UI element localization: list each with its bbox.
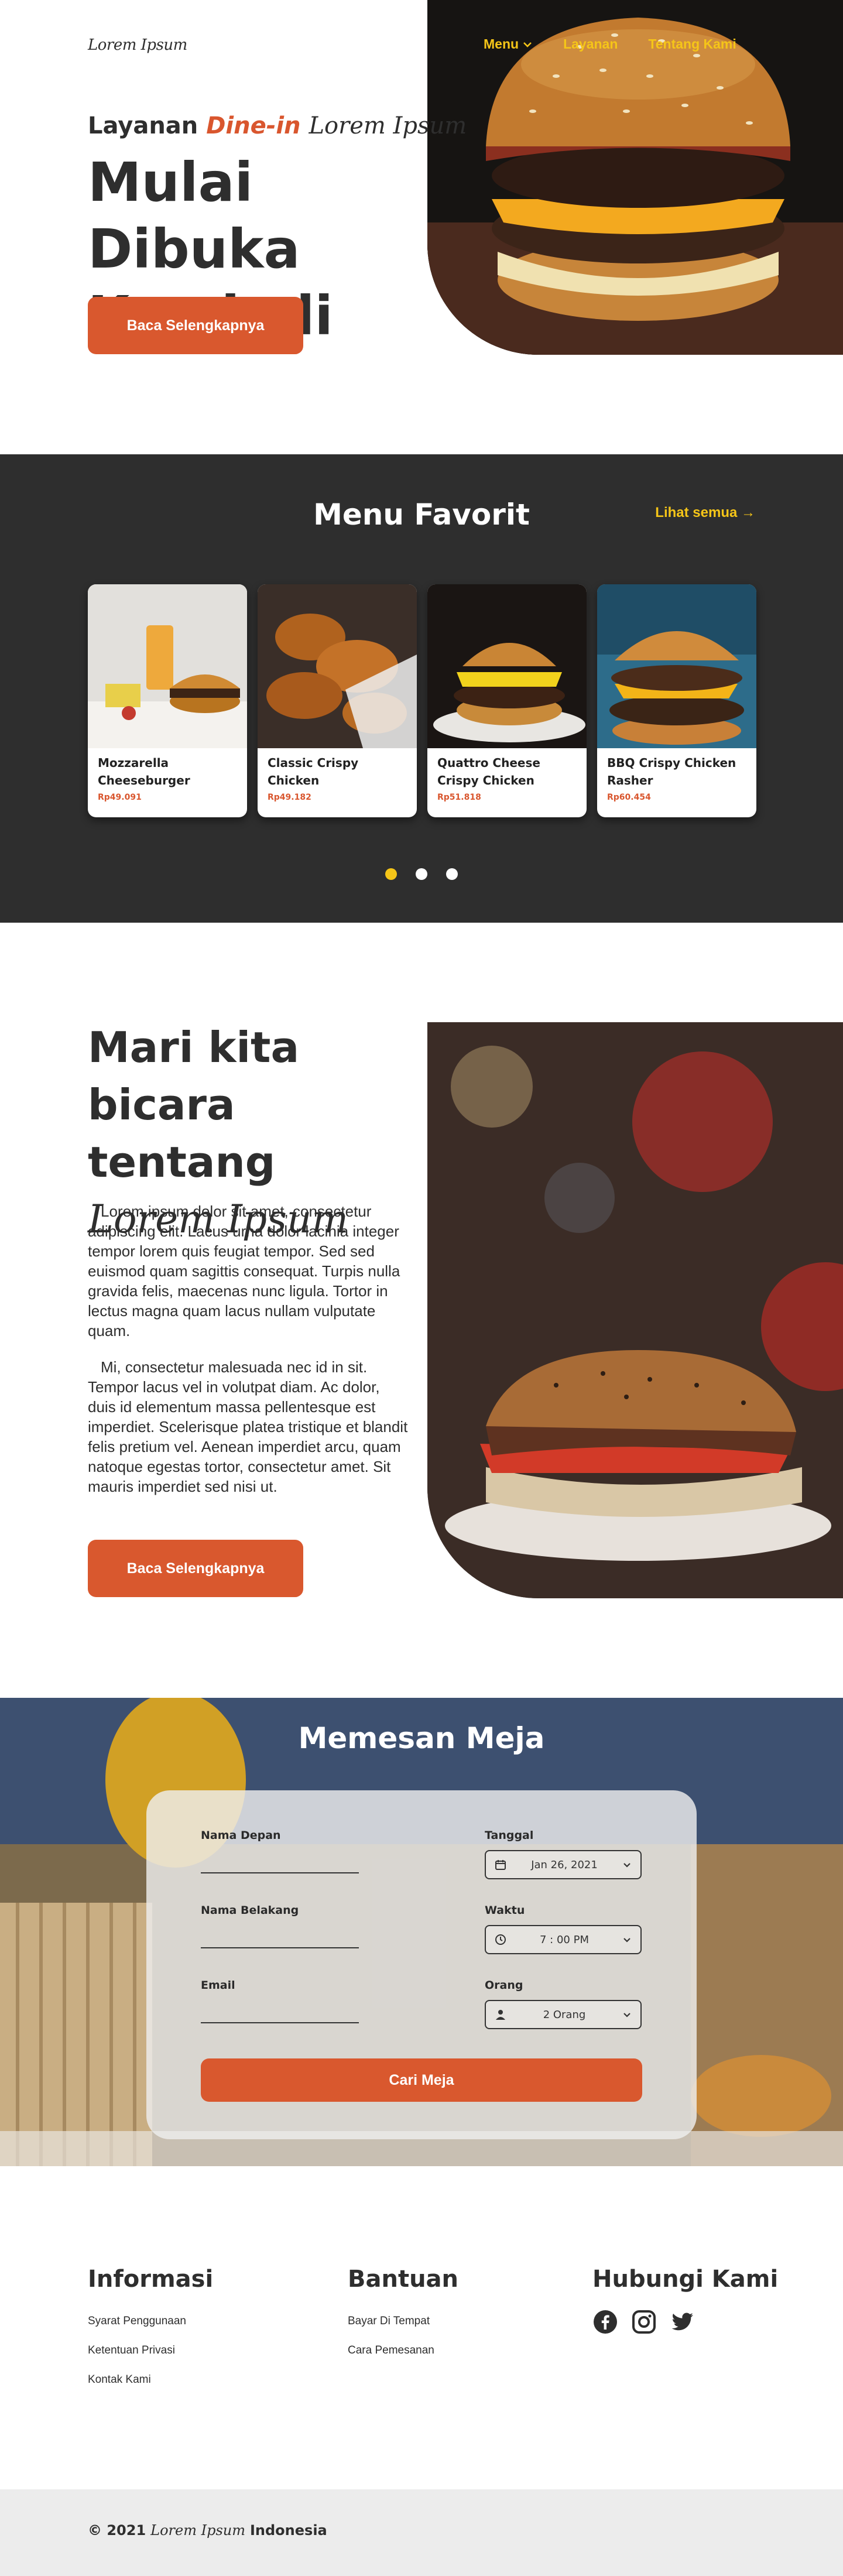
about-paragraph-1: Lorem ipsum dolor sit amet, consectetur … [88, 1203, 400, 1340]
nav-layanan[interactable]: Layanan [563, 36, 618, 52]
hero-subtitle-script: Lorem Ipsum [309, 112, 467, 139]
person-icon [496, 2010, 505, 2020]
nav-menu[interactable]: Menu [484, 36, 533, 52]
menu-card-price: Rp51.818 [437, 793, 481, 802]
social-links [592, 2309, 695, 2335]
email-label: Email [201, 1979, 235, 1992]
find-table-button[interactable]: Cari Meja [201, 2058, 642, 2102]
twitter-icon[interactable] [670, 2309, 695, 2335]
instagram-icon[interactable] [631, 2309, 657, 2335]
reservation-title: Memesan Meja [298, 1721, 545, 1755]
about-title-line1: Mari kita [88, 1023, 300, 1072]
hero-burger-image [427, 0, 843, 355]
time-value: 7 : 00 PM [540, 1933, 589, 1946]
sandwich-illustration [427, 1022, 843, 1598]
date-value: Jan 26, 2021 [531, 1858, 598, 1871]
cheeseburger-photo [88, 584, 247, 748]
hero-subtitle-accent: Dine-in [206, 112, 301, 139]
about-paragraph-2: Mi, consectetur malesuada nec id in sit.… [88, 1358, 408, 1495]
date-select[interactable]: Jan 26, 2021 [485, 1850, 642, 1879]
about-title-line2: bicara tentang [88, 1080, 276, 1187]
menu-card-price: Rp49.182 [268, 793, 311, 802]
menu-card-image [258, 584, 417, 748]
menu-card[interactable]: BBQ Crispy Chicken Rasher Rp60.454 [597, 584, 756, 817]
menu-card-image [597, 584, 756, 748]
hero-subtitle-prefix: Layanan [88, 112, 198, 139]
calendar-icon [495, 1860, 506, 1870]
pagination-dot[interactable] [385, 868, 397, 880]
about-read-more-button[interactable]: Baca Selengkapnya [88, 1540, 303, 1597]
chevron-down-icon [623, 2013, 630, 2017]
carousel-pagination [0, 868, 843, 880]
menu-card[interactable]: Mozzarella Cheeseburger Rp49.091 [88, 584, 247, 817]
pagination-dot[interactable] [446, 868, 458, 880]
footer-link-contact[interactable]: Kontak Kami [88, 2373, 151, 2386]
people-value: 2 Orang [543, 2008, 586, 2021]
quattro-cheese-photo [427, 584, 587, 748]
menu-card-name: Classic Crispy Chicken [268, 756, 359, 787]
pagination-dot[interactable] [416, 868, 427, 880]
clock-icon [495, 1934, 506, 1945]
footer-link-terms[interactable]: Syarat Penggunaan [88, 2315, 186, 2328]
last-name-label: Nama Belakang [201, 1904, 299, 1917]
menu-card-name: Quattro Cheese Crispy Chicken [437, 756, 540, 787]
first-name-field[interactable] [201, 1872, 359, 1873]
footer-contact-title: Hubungi Kami [592, 2266, 779, 2293]
chevron-down-icon [623, 1938, 630, 1943]
crispy-chicken-photo [258, 584, 417, 748]
burger-illustration [427, 0, 843, 355]
menu-card[interactable]: Quattro Cheese Crispy Chicken Rp51.818 [427, 584, 587, 817]
time-select[interactable]: 7 : 00 PM [485, 1925, 642, 1954]
menu-card-name: Mozzarella Cheeseburger [98, 756, 190, 787]
copyright-suffix: Indonesia [249, 2522, 327, 2539]
footer-link-privacy[interactable]: Ketentuan Privasi [88, 2344, 175, 2357]
menu-card-price: Rp60.454 [607, 793, 651, 802]
time-label: Waktu [485, 1904, 525, 1917]
footer-info-title: Informasi [88, 2266, 214, 2293]
footer-link-how-to-order[interactable]: Cara Pemesanan [348, 2344, 434, 2357]
bbq-burger-photo [597, 584, 756, 748]
copyright-brand: Lorem Ipsum [150, 2522, 245, 2539]
copyright: © 2021 Lorem Ipsum Indonesia [88, 2522, 327, 2539]
hero-subtitle: Layanan Dine-in Lorem Ipsum [88, 112, 467, 139]
about-burger-image [427, 1022, 843, 1598]
see-all-link[interactable]: Lihat semua → [655, 505, 755, 521]
footer-link-pay-on-site[interactable]: Bayar Di Tempat [348, 2315, 430, 2328]
facebook-icon[interactable] [592, 2309, 618, 2335]
menu-card[interactable]: Classic Crispy Chicken Rp49.182 [258, 584, 417, 817]
nav-menu-label: Menu [484, 36, 519, 52]
chevron-down-icon [623, 1863, 630, 1868]
menu-card-image [88, 584, 247, 748]
menu-card-price: Rp49.091 [98, 793, 142, 802]
hero-read-more-button[interactable]: Baca Selengkapnya [88, 297, 303, 354]
last-name-field[interactable] [201, 1947, 359, 1948]
nav-tentang-kami[interactable]: Tentang Kami [648, 36, 736, 52]
date-label: Tanggal [485, 1829, 534, 1842]
site-logo[interactable]: Lorem Ipsum [88, 36, 187, 54]
hero-title-line1: Mulai Dibuka [88, 151, 300, 280]
email-field[interactable] [201, 2022, 359, 2023]
people-label: Orang [485, 1979, 523, 1992]
menu-card-image [427, 584, 587, 748]
first-name-label: Nama Depan [201, 1829, 281, 1842]
people-select[interactable]: 2 Orang [485, 2000, 642, 2029]
footer-help-title: Bantuan [348, 2266, 459, 2293]
main-nav: Menu Layanan Tentang Kami [484, 36, 736, 52]
chevron-down-icon [523, 42, 532, 47]
menu-card-name: BBQ Crispy Chicken Rasher [607, 756, 736, 787]
copyright-prefix: © 2021 [88, 2522, 146, 2539]
